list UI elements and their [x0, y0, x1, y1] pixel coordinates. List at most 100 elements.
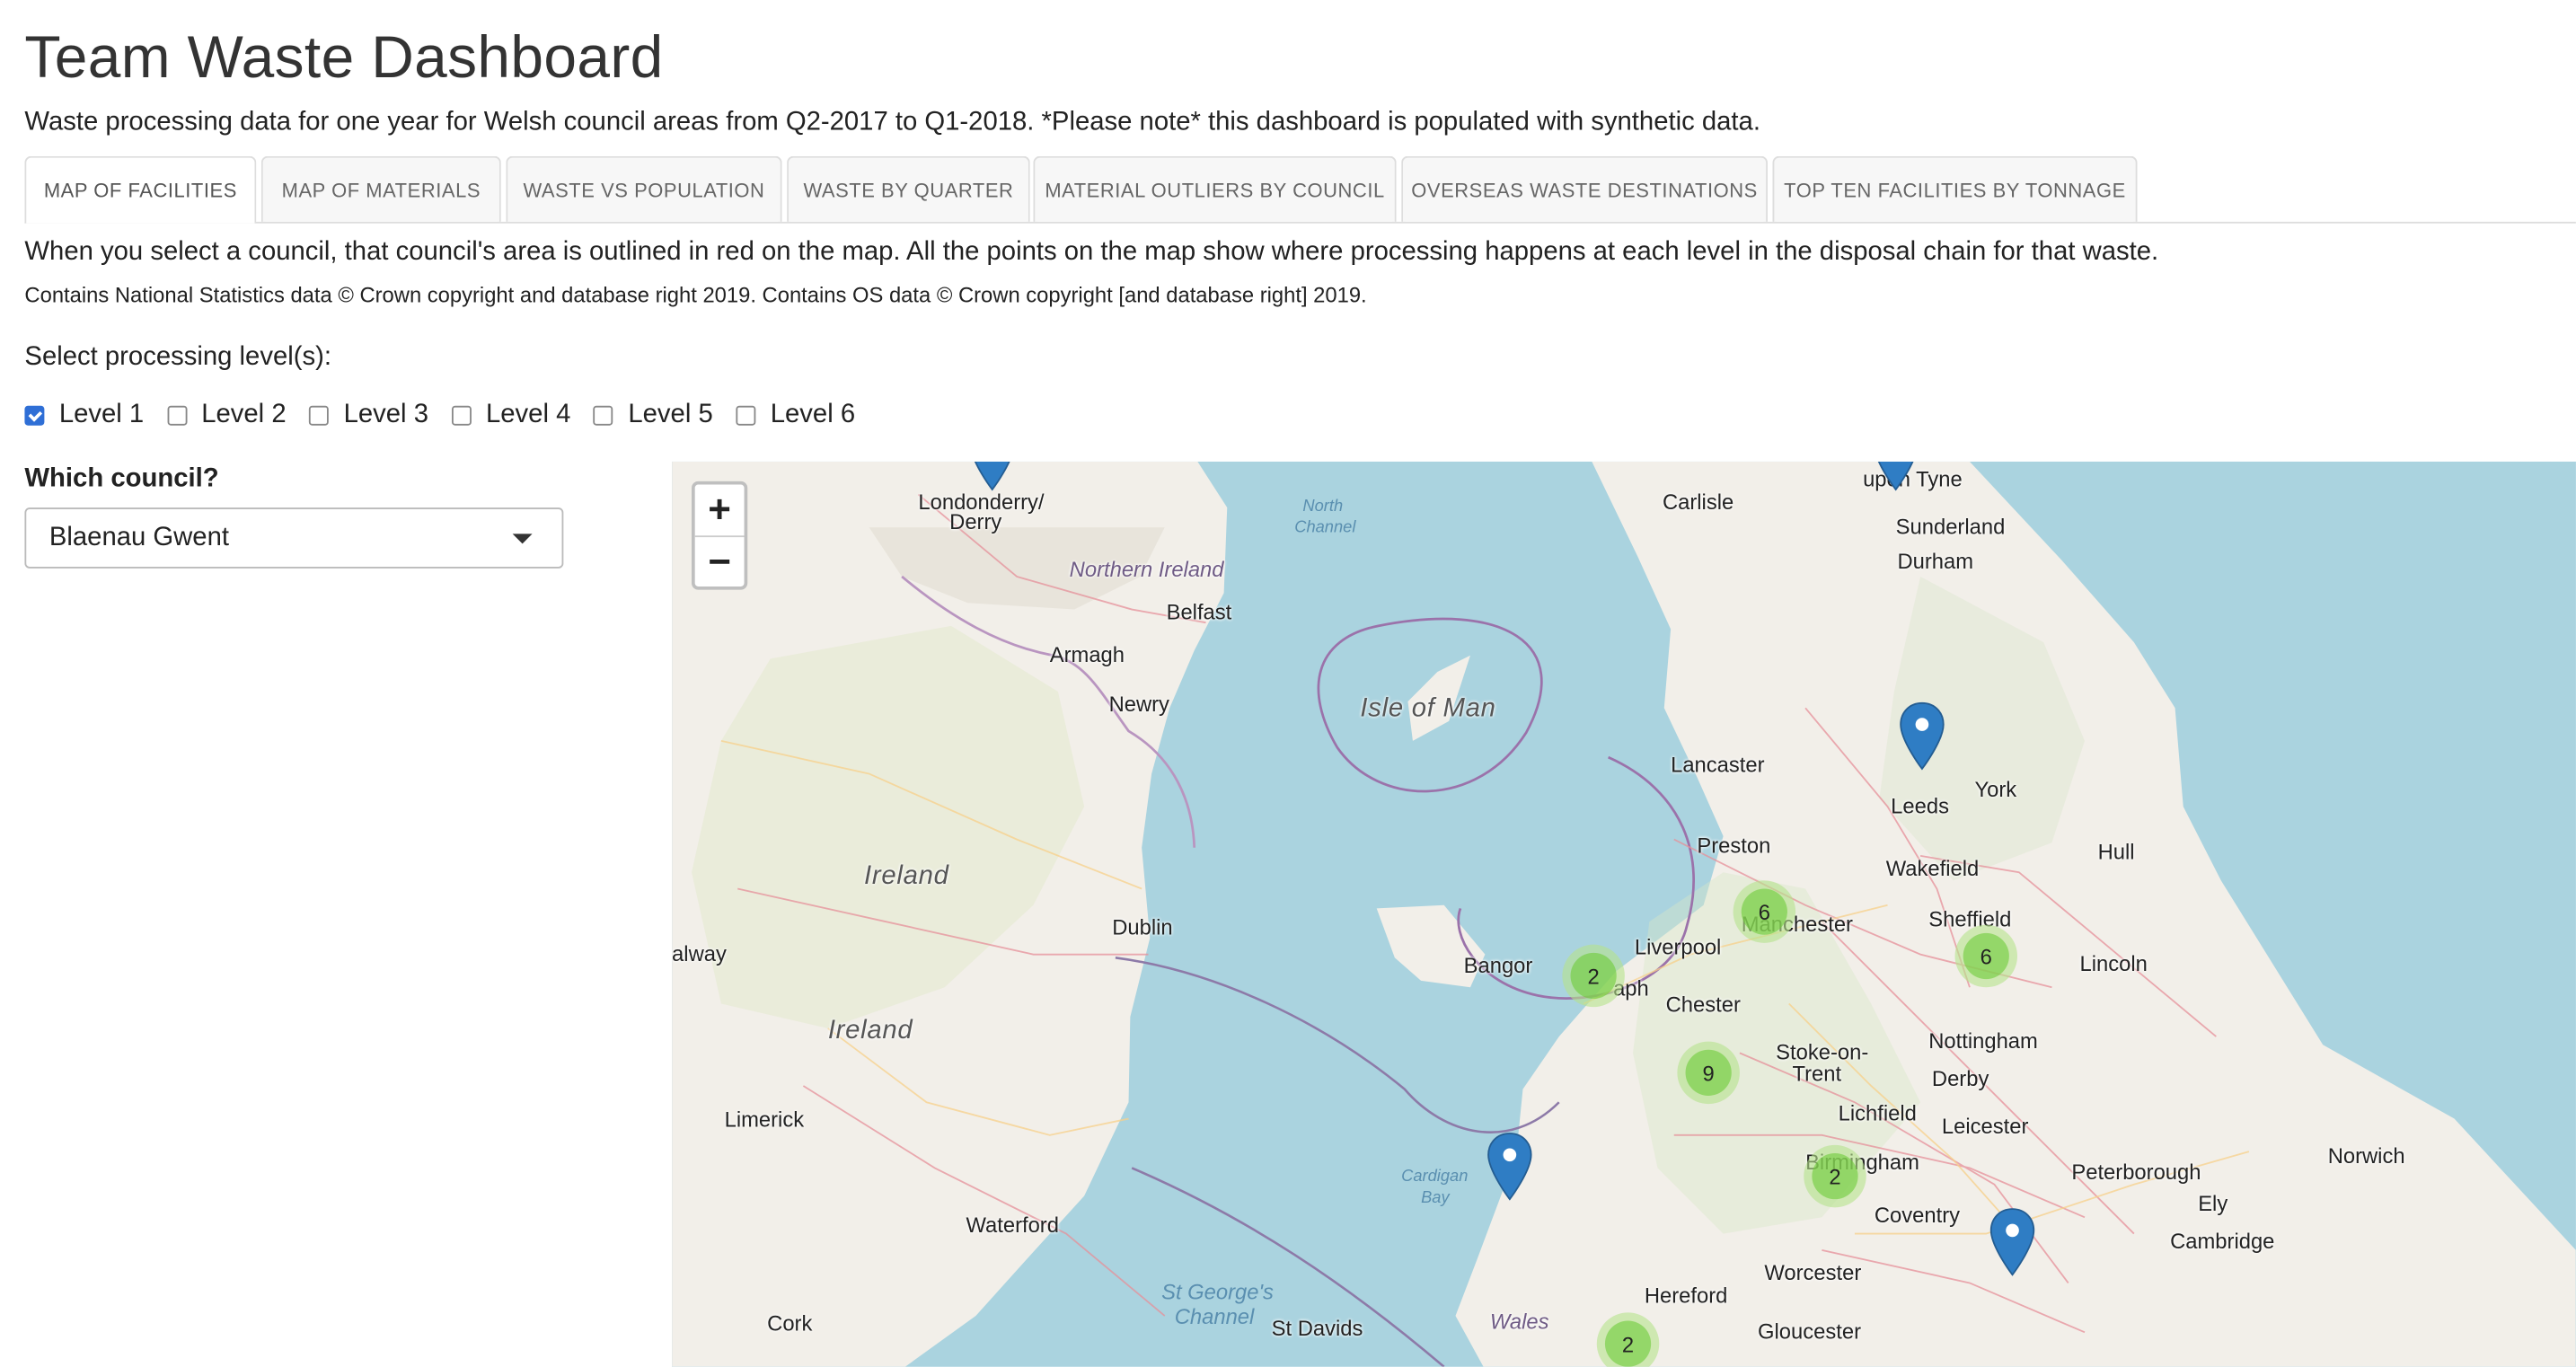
cluster-count: 6 [1741, 888, 1787, 935]
tab-map-of-materials[interactable]: MAP OF MATERIALS [260, 155, 501, 222]
map-label-cardigan: Cardigan [1401, 1168, 1469, 1186]
facility-cluster[interactable]: 2 [1804, 1144, 1866, 1208]
map-label-northern-ireland: Northern Ireland [1069, 557, 1224, 582]
copyright-notice: Contains National Statistics data © Crow… [24, 282, 1367, 308]
checkbox-checked-icon[interactable] [24, 405, 45, 426]
map-instruction-text: When you select a council, that council'… [24, 238, 2159, 267]
facility-cluster[interactable]: 6 [1733, 880, 1796, 943]
facility-cluster[interactable]: 2 [1596, 1312, 1660, 1367]
dashboard-page: Team Waste Dashboard Waste processing da… [0, 0, 2576, 1367]
map-label-hereford: Hereford [1644, 1283, 1728, 1308]
map-label-cork: Cork [767, 1310, 813, 1336]
map-label-chester: Chester [1665, 992, 1741, 1018]
level-6-label: Level 6 [770, 401, 856, 429]
map-label-nottingham: Nottingham [1928, 1027, 2038, 1054]
tab-material-outliers-by-council[interactable]: MATERIAL OUTLIERS BY COUNCIL [1033, 155, 1397, 222]
facility-cluster[interactable]: 2 [1562, 944, 1625, 1008]
council-select-label: Which council? [24, 464, 219, 493]
tab-overseas-waste-destinations[interactable]: OVERSEAS WASTE DESTINATIONS [1401, 155, 1769, 222]
map-label-isle-of-man: Isle of Man [1360, 694, 1496, 723]
page-title: Team Waste Dashboard [24, 22, 664, 91]
council-selected-value: Blaenau Gwent [49, 524, 229, 552]
level-4-label: Level 4 [485, 401, 571, 429]
map-label-liverpool: Liverpool [1634, 934, 1722, 960]
map-label-wales: Wales [1489, 1309, 1549, 1335]
facilities-map[interactable]: + − Londonderry/ Derry North Channel Nor… [672, 461, 2576, 1367]
checkbox-unchecked-icon[interactable] [166, 405, 187, 426]
cluster-count: 2 [1570, 952, 1617, 1000]
cluster-count: 6 [1963, 932, 2009, 980]
map-label-bangor: Bangor [1463, 952, 1533, 978]
map-label-ireland-2: Ireland [827, 1017, 913, 1045]
map-label-ireland: Ireland [864, 862, 949, 891]
level-5-checkbox[interactable]: Level 5 [593, 401, 713, 430]
checkbox-unchecked-icon[interactable] [736, 405, 756, 426]
level-2-checkbox[interactable]: Level 2 [166, 401, 287, 430]
map-label-derry: Derry [949, 508, 1002, 534]
map-label-worcester: Worcester [1764, 1259, 1862, 1285]
map-label-lancaster: Lancaster [1671, 752, 1765, 778]
map-label-armagh: Armagh [1049, 642, 1125, 667]
map-label-lincoln: Lincoln [2079, 950, 2148, 976]
tab-bar: MAP OF FACILITIES MAP OF MATERIALS WASTE… [24, 155, 2576, 224]
facility-marker-icon[interactable] [1989, 1207, 2035, 1276]
facility-cluster[interactable]: 9 [1677, 1041, 1740, 1105]
map-label-peterborough: Peterborough [2071, 1160, 2201, 1185]
facility-marker-icon[interactable] [1486, 1132, 1532, 1201]
map-label-gloucester: Gloucester [1758, 1318, 1862, 1345]
level-5-label: Level 5 [628, 401, 713, 429]
map-label-trent: Trent [1792, 1061, 1842, 1086]
chevron-down-icon[interactable] [512, 534, 533, 544]
map-label-cambridge: Cambridge [2170, 1229, 2275, 1254]
checkbox-unchecked-icon[interactable] [451, 405, 472, 426]
level-4-checkbox[interactable]: Level 4 [451, 401, 571, 430]
facility-cluster[interactable]: 6 [1954, 924, 2018, 988]
checkbox-unchecked-icon[interactable] [309, 405, 330, 426]
facility-marker-icon[interactable] [1873, 461, 1919, 491]
map-label-leeds: Leeds [1891, 793, 1949, 818]
map-label-lichfield: Lichfield [1838, 1100, 1917, 1125]
tab-waste-by-quarter[interactable]: WASTE BY QUARTER [787, 155, 1030, 222]
zoom-in-button[interactable]: + [694, 485, 745, 538]
map-label-leicester: Leicester [1941, 1114, 2029, 1139]
facility-marker-icon[interactable] [1899, 701, 1945, 771]
cluster-count: 2 [1812, 1152, 1858, 1200]
page-subtitle: Waste processing data for one year for W… [24, 108, 1760, 137]
level-1-checkbox[interactable]: Level 1 [24, 401, 144, 430]
cluster-count: 9 [1685, 1049, 1732, 1096]
map-label-ely: Ely [2198, 1191, 2228, 1216]
facility-marker-icon[interactable] [969, 461, 1015, 491]
map-label-sunderland: Sunderland [1895, 514, 2006, 539]
map-label-limerick: Limerick [724, 1107, 805, 1133]
level-1-label: Level 1 [58, 401, 145, 429]
cluster-count: 2 [1604, 1320, 1652, 1367]
tab-waste-vs-population[interactable]: WASTE VS POPULATION [506, 155, 782, 222]
map-label-newry: Newry [1108, 692, 1169, 717]
tab-top-ten-facilities[interactable]: TOP TEN FACILITIES BY TONNAGE [1772, 155, 2138, 222]
zoom-out-button[interactable]: − [695, 537, 745, 586]
map-label-channel-2: Channel [1174, 1304, 1255, 1329]
council-select[interactable]: Blaenau Gwent [24, 507, 564, 569]
tab-map-of-facilities[interactable]: MAP OF FACILITIES [24, 155, 257, 224]
map-label-waterford: Waterford [966, 1212, 1059, 1238]
map-label-durham: Durham [1897, 548, 1974, 574]
map-label-norwich: Norwich [2327, 1142, 2405, 1169]
map-label-channel: Channel [1294, 518, 1356, 538]
processing-level-label: Select processing level(s): [24, 343, 332, 372]
checkbox-unchecked-icon[interactable] [593, 405, 613, 426]
map-label-carlisle: Carlisle [1662, 489, 1734, 515]
map-label-bay: Bay [1421, 1189, 1450, 1208]
map-label-preston: Preston [1697, 833, 1771, 858]
map-label-hull: Hull [2097, 839, 2135, 865]
level-2-label: Level 2 [201, 401, 287, 429]
map-label-north: North [1302, 498, 1344, 516]
level-3-checkbox[interactable]: Level 3 [309, 401, 428, 430]
map-label-york: York [1974, 777, 2017, 802]
map-label-derby: Derby [1931, 1066, 1989, 1091]
map-label-galway: alway [672, 941, 727, 966]
map-label-wakefield: Wakefield [1885, 855, 1980, 881]
level-6-checkbox[interactable]: Level 6 [736, 401, 855, 430]
map-basemap[interactable] [672, 461, 2576, 1367]
map-label-belfast: Belfast [1166, 599, 1232, 625]
map-label-st-davids: St Davids [1271, 1316, 1363, 1341]
